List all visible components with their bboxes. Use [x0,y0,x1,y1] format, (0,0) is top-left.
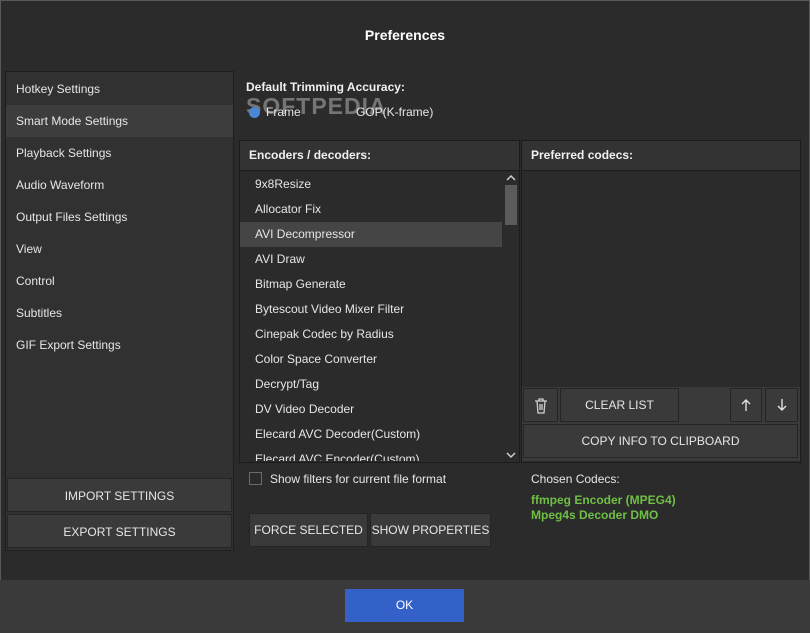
list-item[interactable]: 9x8Resize [240,172,502,197]
sidebar-item-playback-settings[interactable]: Playback Settings [6,137,233,169]
sidebar-item-hotkey-settings[interactable]: Hotkey Settings [6,73,233,105]
chosen-codecs-label: Chosen Codecs: [531,472,620,486]
clear-list-button[interactable]: CLEAR LIST [560,388,679,422]
scroll-down-icon[interactable] [503,449,519,461]
preferred-codecs-list[interactable] [522,171,800,387]
scroll-thumb[interactable] [505,185,517,225]
trimming-accuracy-label: Default Trimming Accuracy: [246,80,405,94]
ok-button[interactable]: OK [345,589,464,622]
sidebar: Hotkey Settings Smart Mode Settings Play… [5,71,234,551]
arrow-up-icon [741,399,751,411]
sidebar-item-audio-waveform[interactable]: Audio Waveform [6,169,233,201]
scroll-up-icon[interactable] [503,172,519,184]
radio-selected-icon [249,106,260,118]
show-filters-label[interactable]: Show filters for current file format [270,472,446,486]
trash-icon [534,398,547,414]
encoders-scrollbar[interactable] [503,171,519,462]
sidebar-item-smart-mode-settings[interactable]: Smart Mode Settings [6,105,233,137]
radio-gop-label: GOP(K-frame) [356,105,434,119]
copy-info-button[interactable]: COPY INFO TO CLIPBOARD [523,424,798,458]
list-item[interactable]: Elecard AVC Encoder(Custom) [240,447,502,461]
delete-button[interactable] [523,388,558,422]
force-selected-button[interactable]: FORCE SELECTED [249,513,368,547]
sidebar-item-view[interactable]: View [6,233,233,265]
sidebar-item-output-files-settings[interactable]: Output Files Settings [6,201,233,233]
list-item[interactable]: Color Space Converter [240,347,502,372]
list-item[interactable]: Bitmap Generate [240,272,502,297]
list-item[interactable]: Elecard AVC Decoder(Custom) [240,422,502,447]
list-item[interactable]: Decrypt/Tag [240,372,502,397]
show-filters-checkbox[interactable] [249,472,262,485]
list-item[interactable]: DV Video Decoder [240,397,502,422]
preferred-codecs-header: Preferred codecs: [522,141,800,171]
radio-frame-label: Frame [266,105,301,119]
sidebar-item-gif-export-settings[interactable]: GIF Export Settings [6,329,233,361]
move-up-button[interactable] [730,388,762,422]
list-item[interactable]: AVI Decompressor [240,222,502,247]
move-down-button[interactable] [765,388,798,422]
sidebar-item-control[interactable]: Control [6,265,233,297]
export-settings-button[interactable]: EXPORT SETTINGS [7,514,232,548]
chosen-codec-item: ffmpeg Encoder (MPEG4) [531,493,676,507]
arrow-down-icon [777,399,786,411]
show-properties-button[interactable]: SHOW PROPERTIES [370,513,491,547]
list-item[interactable]: AVI Draw [240,247,502,272]
dialog-title: Preferences [364,27,446,43]
chosen-codec-item: Mpeg4s Decoder DMO [531,508,659,522]
encoders-list[interactable]: 9x8Resize Allocator Fix AVI Decompressor… [240,172,502,461]
encoders-header: Encoders / decoders: [240,141,519,171]
encoders-panel: Encoders / decoders: 9x8Resize Allocator… [239,140,520,463]
list-item[interactable]: Cinepak Codec by Radius [240,322,502,347]
list-item[interactable]: Allocator Fix [240,197,502,222]
import-settings-button[interactable]: IMPORT SETTINGS [7,478,232,512]
radio-frame[interactable]: Frame [249,104,301,120]
sidebar-item-subtitles[interactable]: Subtitles [6,297,233,329]
radio-gop[interactable]: GOP(K-frame) [356,104,433,120]
list-item[interactable]: Bytescout Video Mixer Filter [240,297,502,322]
